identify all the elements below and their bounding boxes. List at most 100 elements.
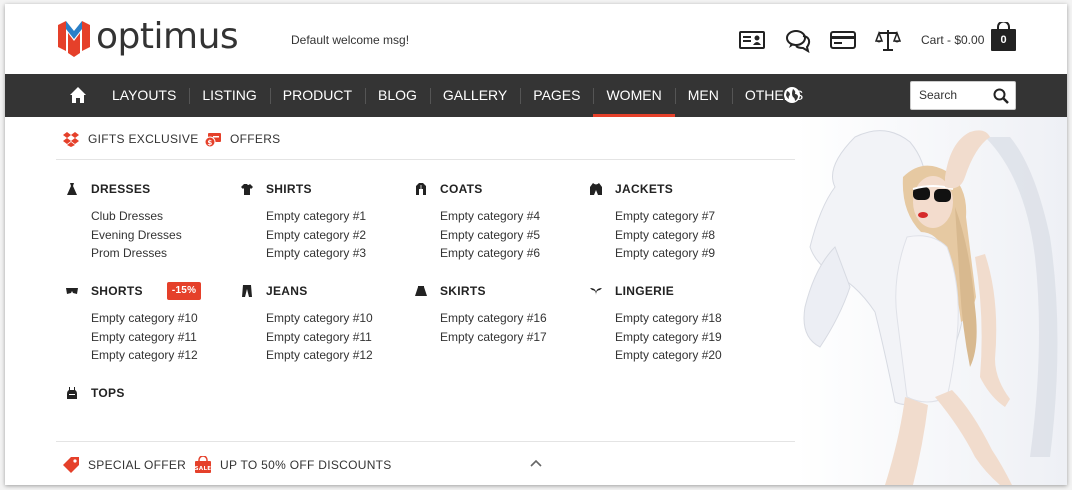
category-heading[interactable]: DRESSES: [63, 181, 182, 197]
subcategory-list: Empty category #4 Empty category #5 Empty …: [412, 207, 540, 263]
dropbox-gift-icon: [63, 132, 79, 147]
price-tag-icon: [63, 457, 79, 473]
subcategory-link[interactable]: Prom Dresses: [91, 244, 182, 263]
category-jackets: JACKETS Empty category #7 Empty category #…: [587, 181, 715, 263]
category-tops: TOPS: [63, 385, 125, 401]
cart-total[interactable]: Cart - $0.00: [921, 33, 984, 47]
category-heading[interactable]: LINGERIE: [587, 283, 722, 299]
category-title: JEANS: [266, 284, 308, 298]
subcategory-link[interactable]: Empty category #11: [91, 328, 201, 347]
nav-item-listing[interactable]: LISTING: [189, 74, 269, 117]
category-heading[interactable]: JEANS: [238, 283, 373, 299]
subcategory-link[interactable]: Evening Dresses: [91, 226, 182, 245]
subcategory-link[interactable]: Empty category #16: [440, 309, 547, 328]
category-heading[interactable]: SKIRTS: [412, 283, 547, 299]
subcategory-link[interactable]: Empty category #9: [615, 244, 715, 263]
subcategory-list: Club Dresses Evening Dresses Prom Dresses: [63, 207, 182, 263]
money-offer-icon: $: [204, 133, 221, 147]
category-heading[interactable]: SHIRTS: [238, 181, 366, 197]
brand-name: optimus: [96, 16, 239, 57]
subcategory-list: Empty category #10 Empty category #11 Empt…: [63, 309, 201, 365]
category-heading[interactable]: COATS: [412, 181, 540, 197]
category-title: JACKETS: [615, 182, 674, 196]
home-icon[interactable]: [69, 86, 87, 104]
sale-bag-icon: SALE: [195, 456, 212, 473]
nav-item-pages[interactable]: PAGES: [520, 74, 593, 117]
discount-badge: -15%: [166, 282, 202, 300]
category-title: SKIRTS: [440, 284, 486, 298]
category-title: SHIRTS: [266, 182, 312, 196]
subcategory-list: Empty category #7 Empty category #8 Empty …: [587, 207, 715, 263]
jacket-icon: [590, 183, 602, 195]
page-frame: optimus Default welcome msg! Cart - $0.0…: [5, 4, 1067, 485]
credit-card-icon[interactable]: [830, 27, 856, 53]
subcategory-link[interactable]: Empty category #4: [440, 207, 540, 226]
category-jeans: JEANS Empty category #10 Empty category #1…: [238, 283, 373, 365]
dress-icon: [67, 183, 77, 195]
category-lingerie: LINGERIE Empty category #18 Empty category…: [587, 283, 722, 365]
subcategory-link[interactable]: Empty category #18: [615, 309, 722, 328]
subcategory-link[interactable]: Empty category #11: [266, 328, 373, 347]
subcategory-link[interactable]: Empty category #12: [91, 346, 201, 365]
gifts-exclusive-link[interactable]: GIFTS EXCLUSIVE: [62, 131, 199, 147]
subcategory-link[interactable]: Empty category #12: [266, 346, 373, 365]
category-heading[interactable]: JACKETS: [587, 181, 715, 197]
chevron-up-icon[interactable]: [530, 458, 542, 468]
category-shorts: SHORTS -15% Empty category #10 Empty catego…: [63, 282, 202, 365]
logo[interactable]: optimus: [56, 16, 239, 57]
search-icon[interactable]: [993, 88, 1009, 104]
offers-link[interactable]: $ OFFERS: [204, 131, 280, 147]
subcategory-link[interactable]: Empty category #10: [91, 309, 201, 328]
discounts-link[interactable]: SALE UP TO 50% OFF DISCOUNTS: [194, 456, 392, 474]
category-title: COATS: [440, 182, 483, 196]
subcategory-link[interactable]: Empty category #2: [266, 226, 366, 245]
shorts-icon: [66, 288, 78, 294]
contact-card-icon[interactable]: [739, 27, 765, 53]
category-dresses: DRESSES Club Dresses Evening Dresses Prom D…: [63, 181, 182, 263]
subcategory-list: Empty category #10 Empty category #11 Empt…: [238, 309, 373, 365]
subcategory-link[interactable]: Empty category #3: [266, 244, 366, 263]
subcategory-link[interactable]: Empty category #7: [615, 207, 715, 226]
subcategory-link[interactable]: Empty category #20: [615, 346, 722, 365]
sale-tag-text: SALE: [195, 466, 212, 472]
nav-item-blog[interactable]: BLOG: [365, 74, 430, 117]
category-heading[interactable]: SHORTS -15%: [63, 282, 202, 300]
category-title: DRESSES: [91, 182, 151, 196]
tshirt-icon: [241, 184, 253, 195]
promo-model-image: [795, 117, 1067, 485]
globe-icon[interactable]: [783, 86, 801, 104]
skirt-icon: [415, 286, 427, 296]
subcategory-link[interactable]: Empty category #1: [266, 207, 366, 226]
lingerie-icon: [590, 288, 602, 295]
nav-item-others[interactable]: OTHERS: [731, 74, 816, 117]
svg-text:$: $: [207, 139, 212, 147]
top-icon: [67, 387, 77, 399]
logo-mark-icon: [58, 21, 90, 57]
subcategory-link[interactable]: Empty category #10: [266, 309, 373, 328]
subcategory-list: Empty category #18 Empty category #19 Empt…: [587, 309, 722, 365]
subcategory-link[interactable]: Empty category #17: [440, 328, 547, 347]
category-title: SHORTS: [91, 284, 143, 298]
nav-item-gallery[interactable]: GALLERY: [429, 74, 520, 117]
nav-item-layouts[interactable]: LAYOUTS: [99, 74, 189, 117]
subcategory-link[interactable]: Empty category #19: [615, 328, 722, 347]
main-nav: LAYOUTS LISTING PRODUCT BLOG GALLERY PAGES WOM…: [5, 74, 1067, 117]
search-box: [910, 81, 1016, 110]
chat-bubbles-icon[interactable]: [785, 27, 811, 53]
coat-icon: [416, 183, 426, 195]
compare-scales-icon[interactable]: [875, 27, 901, 53]
cart-bag-icon[interactable]: 0: [990, 22, 1017, 52]
category-heading[interactable]: TOPS: [63, 385, 125, 401]
subcategory-link[interactable]: Empty category #8: [615, 226, 715, 245]
special-offer-link[interactable]: SPECIAL OFFER: [62, 456, 186, 474]
nav-item-women[interactable]: WOMEN: [593, 74, 675, 117]
search-input[interactable]: [919, 88, 989, 102]
subcategory-link[interactable]: Club Dresses: [91, 207, 182, 226]
subcategory-link[interactable]: Empty category #6: [440, 244, 540, 263]
nav-item-product[interactable]: PRODUCT: [269, 74, 365, 117]
site-header: optimus Default welcome msg! Cart - $0.0…: [5, 4, 1067, 74]
nav-item-men[interactable]: MEN: [674, 74, 732, 117]
nav-menu: LAYOUTS LISTING PRODUCT BLOG GALLERY PAGES WOM…: [99, 74, 816, 117]
subcategory-link[interactable]: Empty category #5: [440, 226, 540, 245]
category-coats: COATS Empty category #4 Empty category #5 E…: [412, 181, 540, 263]
